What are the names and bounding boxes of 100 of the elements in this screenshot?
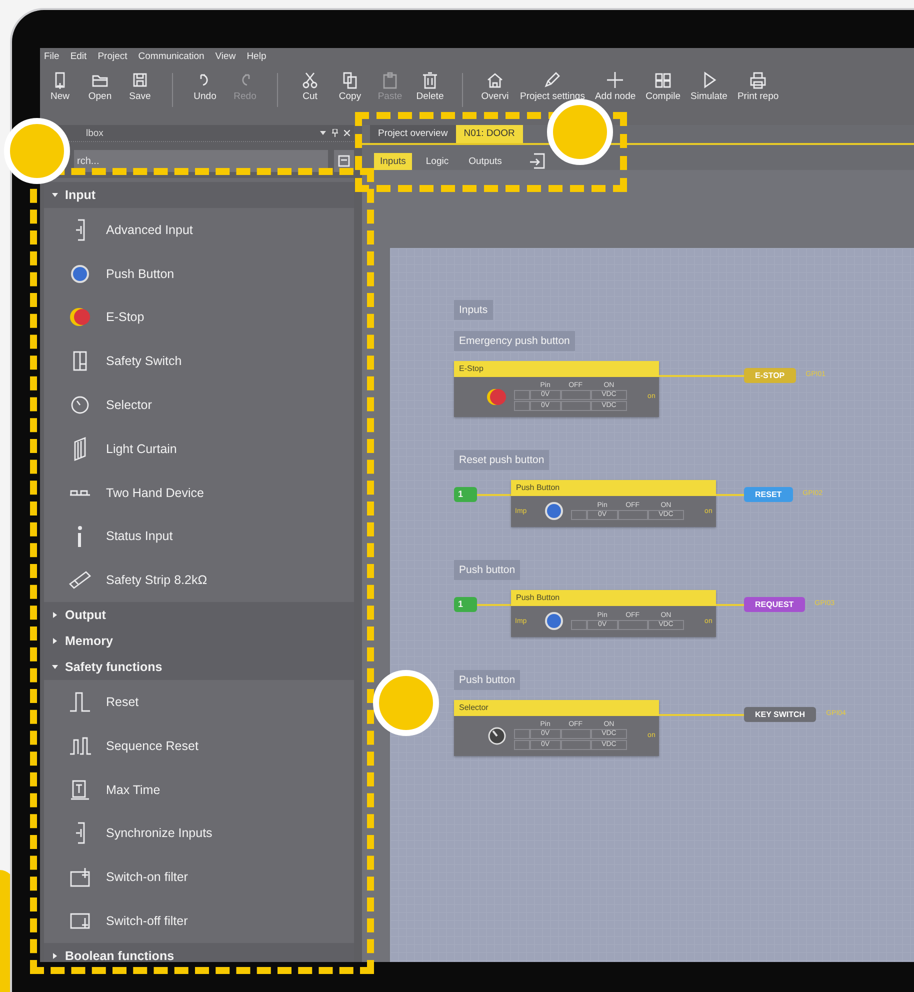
pin-cell (514, 401, 530, 411)
toolbar-button[interactable]: Add node (592, 69, 639, 104)
clipboard-icon (381, 71, 399, 89)
caret-icon[interactable] (52, 192, 58, 198)
menu-item[interactable]: View (215, 51, 236, 65)
category-header[interactable]: Memory (44, 628, 354, 654)
toolbox-item[interactable]: Advanced Input (44, 208, 354, 252)
toolbox-item[interactable]: Selector (44, 383, 354, 427)
toolbar-button[interactable]: Project settings (517, 69, 588, 104)
pin-icon[interactable] (332, 129, 338, 137)
block-title: E-Stop (454, 361, 660, 377)
block-title: Selector (454, 700, 660, 716)
wire (477, 604, 511, 606)
pulse-icon (69, 692, 91, 712)
floppy-icon (131, 71, 149, 89)
close-icon[interactable] (344, 130, 350, 136)
constant-value: 1 (454, 487, 477, 502)
caret-icon[interactable] (52, 952, 58, 959)
toolbar-button[interactable]: Copy (332, 69, 368, 104)
toolbar-button[interactable]: Print repo (734, 69, 782, 104)
toolbox-item[interactable]: Two Hand Device (44, 470, 354, 515)
copy-icon (341, 71, 359, 89)
push-button-icon (71, 264, 89, 283)
toolbar-button[interactable]: Open (82, 69, 118, 104)
toolbox-item[interactable]: Max Time (44, 768, 354, 812)
toolbar-button[interactable]: Overvi (477, 69, 513, 104)
category-header[interactable]: Boolean functions (44, 942, 354, 962)
push-button-icon (543, 500, 565, 522)
category-header[interactable]: Safety functions (44, 654, 354, 680)
subtab[interactable]: Inputs (374, 152, 412, 170)
output-tag[interactable]: REQUEST (744, 597, 805, 612)
caret-icon[interactable] (52, 664, 58, 670)
home-icon (486, 71, 504, 89)
info-icon (77, 524, 83, 548)
subtab[interactable]: Logic (420, 152, 455, 170)
toolbox-item[interactable]: Reset (44, 680, 354, 724)
wire (716, 604, 744, 606)
toolbox-item[interactable]: Push Button (44, 252, 354, 296)
switch-off-icon (70, 913, 90, 930)
toolbox-item[interactable]: Switch-off filter (44, 899, 354, 943)
group-label: Inputs (454, 300, 493, 320)
pencil-icon (543, 71, 562, 89)
wire (716, 494, 744, 496)
output-tag[interactable]: RESET (744, 487, 793, 502)
tab[interactable]: N01: DOOR (456, 125, 523, 143)
toolbar-button[interactable]: Cut (292, 69, 328, 104)
section-caption: Push button (454, 670, 520, 690)
dial-icon (486, 724, 508, 746)
dropdown-icon[interactable] (320, 131, 326, 135)
menu-item[interactable]: File (44, 51, 60, 65)
toolbar-button[interactable]: Simulate (688, 69, 730, 104)
scissors-icon (301, 71, 319, 89)
toolbar-button[interactable]: Undo (187, 69, 223, 104)
category-header[interactable]: Output (44, 602, 354, 628)
tab[interactable]: Project overview (370, 125, 456, 143)
export-icon[interactable] (528, 152, 546, 170)
wire (477, 494, 511, 496)
timer-icon (70, 780, 90, 800)
menu-item[interactable]: Help (246, 51, 266, 65)
toolbar-button[interactable]: Delete (412, 69, 448, 104)
caret-icon[interactable] (52, 638, 58, 644)
collapse-icon (338, 155, 350, 167)
subtab[interactable]: Outputs (462, 152, 508, 170)
constant-value: 1 (454, 597, 477, 612)
dial-icon (71, 396, 89, 414)
section-caption: Reset push button (454, 450, 550, 470)
menu-item[interactable]: Edit (70, 51, 87, 65)
section-caption: Push button (454, 560, 520, 580)
switch-icon (73, 351, 87, 372)
toolbar-button[interactable]: New (42, 69, 78, 104)
push-button-icon (543, 610, 565, 632)
toolbox-item[interactable]: Safety Switch (44, 339, 354, 384)
toolbox-item[interactable]: Synchronize Inputs (44, 812, 354, 856)
menu-item[interactable]: Communication (138, 51, 204, 65)
caret-icon[interactable] (52, 612, 58, 618)
emergency-stop-icon (70, 308, 90, 326)
toolbar-button[interactable]: Compile (642, 69, 684, 104)
toolbox-item[interactable]: E-Stop (44, 296, 354, 340)
pin-cell (514, 740, 530, 750)
panel-title: lbox (86, 128, 104, 138)
menu-item[interactable]: Project (98, 51, 128, 65)
hands-icon (69, 490, 91, 496)
pin-cell (514, 390, 530, 400)
toolbox-item[interactable]: Status Input (44, 514, 354, 558)
printer-icon (749, 71, 768, 89)
toolbox-item[interactable]: Light Curtain (44, 426, 354, 471)
sequence-icon (68, 736, 92, 755)
plus-icon (606, 71, 624, 89)
section-caption: Emergency push button (454, 331, 575, 351)
toolbar-button[interactable]: Save (122, 69, 158, 104)
toolbox-item[interactable]: Sequence Reset (44, 724, 354, 768)
block-title: Push Button (511, 590, 716, 606)
strip-icon (69, 571, 91, 590)
toolbox-item[interactable]: Switch-on filter (44, 855, 354, 900)
toolbox-item[interactable]: Safety Strip 8.2kΩ (44, 558, 354, 602)
category-header[interactable]: Input (44, 182, 354, 208)
block-title: Push Button (511, 480, 716, 496)
output-tag[interactable]: KEY SWITCH (744, 707, 816, 722)
bracket-icon (75, 218, 85, 241)
pin-cell (571, 510, 587, 520)
